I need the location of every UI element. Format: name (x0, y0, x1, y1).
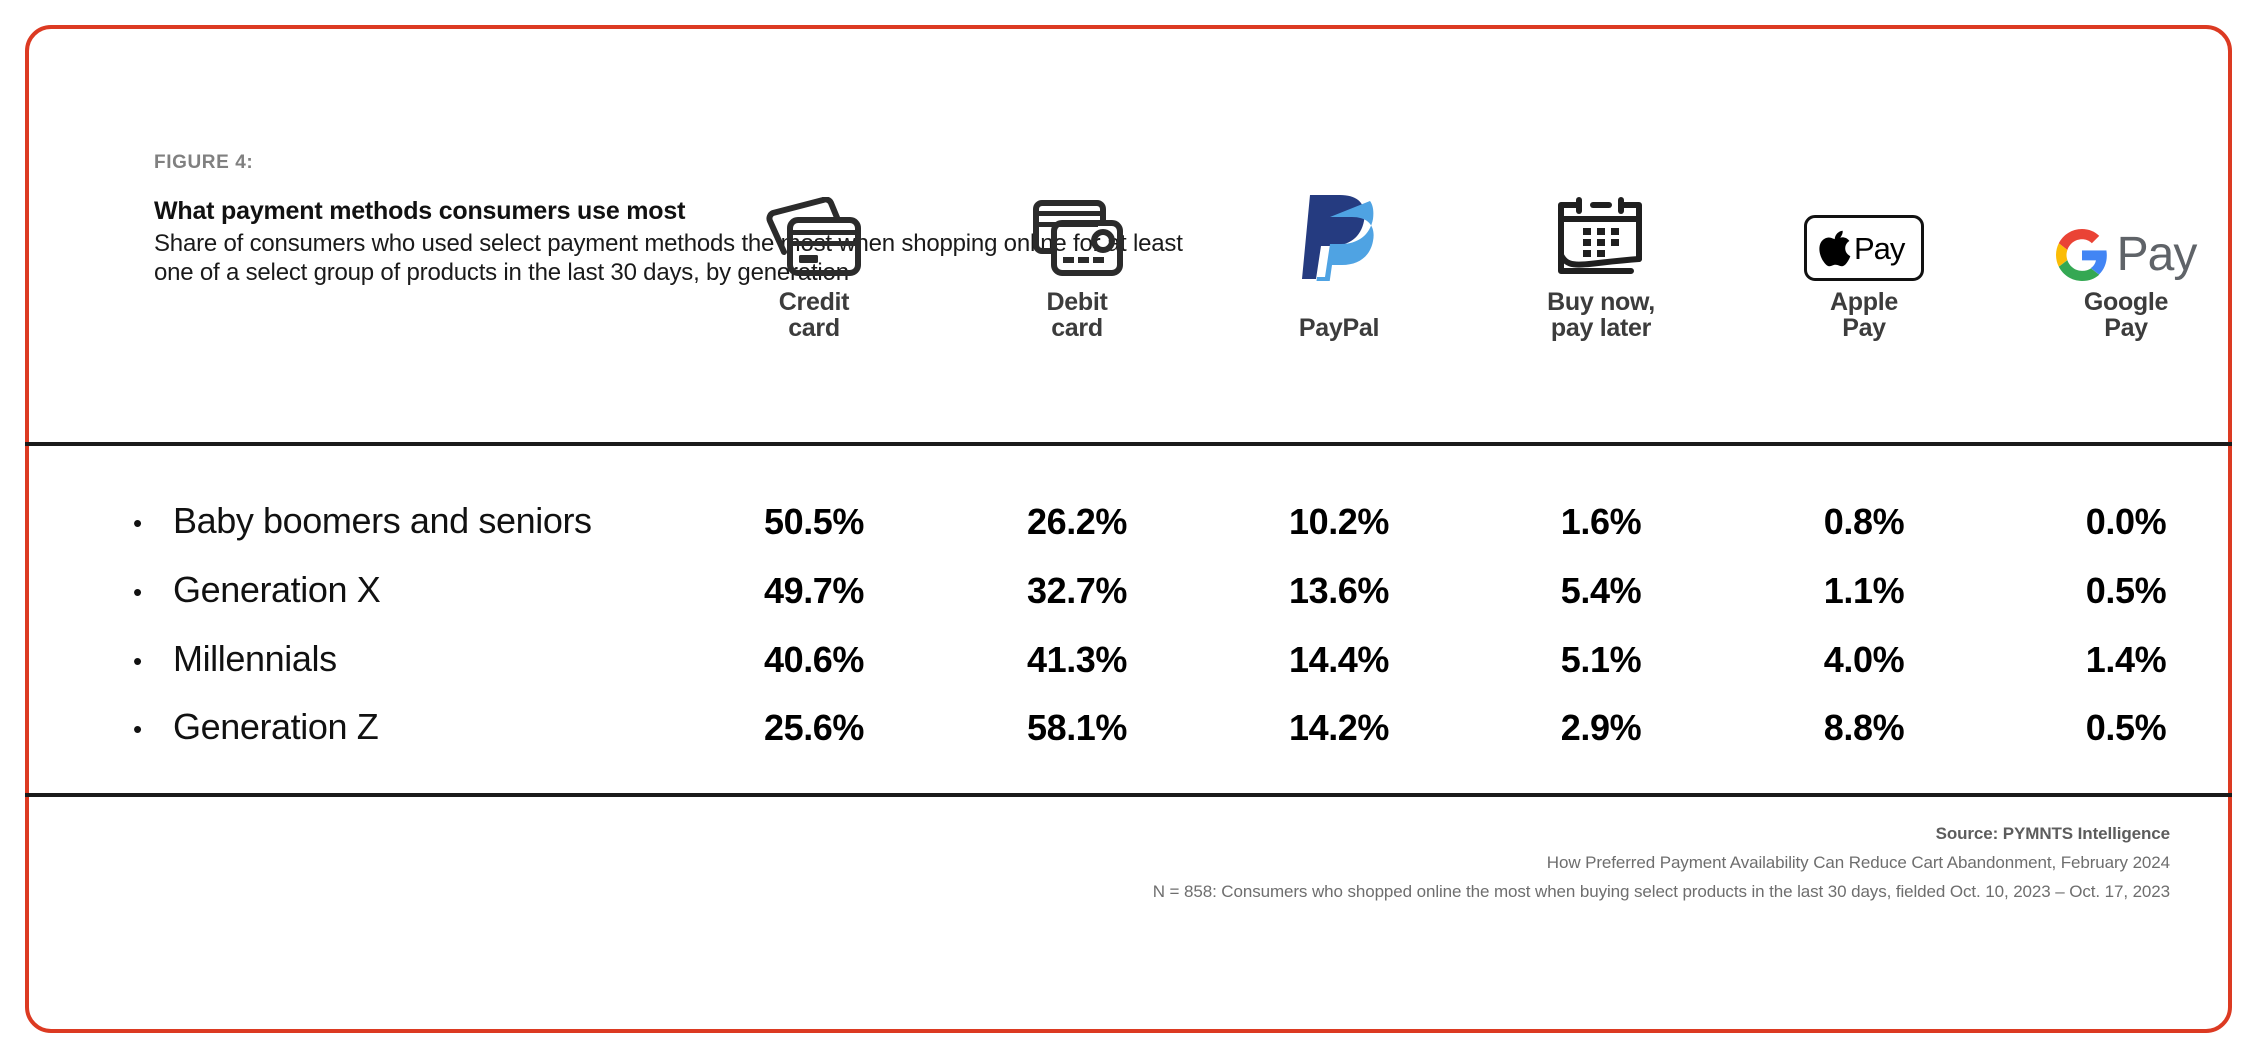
column-label-line1: Debit (1046, 288, 1108, 316)
table-cell: 0.5% (2085, 570, 2167, 611)
table-cell: 13.6% (1288, 570, 1390, 611)
table-cell: 5.4% (1560, 570, 1642, 611)
table-cell: 41.3% (1026, 639, 1128, 680)
figure-title: What payment methods consumers use most (154, 197, 686, 225)
calendar-icon (1491, 189, 1711, 281)
column-header-label: Google Pay (2016, 289, 2236, 341)
row-label: Baby boomers and seniors (173, 500, 592, 541)
column-header-credit-card: Credit card (704, 189, 924, 341)
column-label-line2: Pay (2104, 314, 2148, 342)
row-bullet: • (133, 508, 143, 538)
table-cell: 1.1% (1823, 570, 1905, 611)
table-cell: 2.9% (1560, 707, 1642, 748)
svg-text:Pay: Pay (1854, 231, 1906, 266)
header-divider-rule (25, 442, 2232, 446)
table-cell: 1.4% (2085, 639, 2167, 680)
google-pay-lockup: Pay (2055, 228, 2198, 281)
table-cell: 0.5% (2085, 707, 2167, 748)
row-label: Generation X (173, 569, 381, 610)
row-bullet: • (133, 714, 143, 744)
table-cell: 0.8% (1823, 501, 1905, 542)
table-cell: 14.4% (1288, 639, 1390, 680)
column-label-line1: PayPal (1298, 314, 1380, 342)
table-cell: 50.5% (763, 501, 865, 542)
column-header-debit-card: Debit card (967, 189, 1187, 341)
column-header-label: Debit card (967, 289, 1187, 341)
column-label-line2: card (1051, 314, 1103, 342)
column-header-google-pay: Pay Google Pay (2016, 189, 2236, 341)
google-g-icon (2055, 229, 2107, 281)
table-row: • Generation X 49.7% 32.7% 13.6% 5.4% 1.… (29, 560, 2228, 629)
google-pay-wordmark: Pay (2116, 228, 2198, 281)
table-cell: 40.6% (763, 639, 865, 680)
row-bullet: • (133, 646, 143, 676)
credit-card-icon (704, 189, 924, 281)
figure-card: FIGURE 4: What payment methods consumers… (25, 25, 2232, 1033)
table-row: • Baby boomers and seniors 50.5% 26.2% 1… (29, 491, 2228, 560)
table-cell: 8.8% (1823, 707, 1905, 748)
table-cell: 4.0% (1823, 639, 1905, 680)
google-pay-logo-icon: Pay (2016, 189, 2236, 281)
table-cell: 32.7% (1026, 570, 1128, 611)
column-header-apple-pay: Pay Apple Pay (1754, 189, 1974, 341)
column-label-line2: card (788, 314, 840, 342)
row-label: Generation Z (173, 706, 379, 747)
column-header-label: PayPal (1229, 289, 1449, 341)
column-label-line1: Apple (1830, 288, 1898, 316)
table-cell: 5.1% (1560, 639, 1642, 680)
figure-number-label: FIGURE 4: (154, 152, 254, 173)
debit-card-icon (967, 189, 1187, 281)
report-citation: How Preferred Payment Availability Can R… (1546, 853, 2170, 872)
table-row: • Millennials 40.6% 41.3% 14.4% 5.1% 4.0… (29, 629, 2228, 698)
column-header-label: Credit card (704, 289, 924, 341)
column-header-buy-now-pay-later: Buy now, pay later (1491, 189, 1711, 341)
table-cell: 0.0% (2085, 501, 2167, 542)
paypal-logo-icon (1229, 189, 1449, 281)
apple-pay-logo-icon: Pay (1754, 189, 1974, 281)
sample-size-note: N = 858: Consumers who shopped online th… (1152, 882, 2170, 901)
table-row: • Generation Z 25.6% 58.1% 14.2% 2.9% 8.… (29, 697, 2228, 766)
apple-pay-badge: Pay (1804, 215, 1924, 281)
table-cell: 1.6% (1560, 501, 1642, 542)
table-cell: 58.1% (1026, 707, 1128, 748)
column-label-line2: pay later (1550, 314, 1652, 342)
row-label: Millennials (173, 638, 337, 679)
column-label-line1: Buy now, (1547, 288, 1655, 316)
column-header-label: Buy now, pay later (1491, 289, 1711, 341)
column-label-line1: Credit (778, 288, 850, 316)
footer-divider-rule (25, 793, 2232, 797)
table-cell: 25.6% (763, 707, 865, 748)
column-header-label: Apple Pay (1754, 289, 1974, 341)
column-label-line1: Google (2083, 288, 2169, 316)
column-header-paypal: PayPal (1229, 189, 1449, 341)
table-cell: 49.7% (763, 570, 865, 611)
source-attribution: Source: PYMNTS Intelligence (1935, 824, 2171, 843)
table-cell: 10.2% (1288, 501, 1390, 542)
table-cell: 26.2% (1026, 501, 1128, 542)
column-label-line2: Pay (1842, 314, 1886, 342)
table-cell: 14.2% (1288, 707, 1390, 748)
row-bullet: • (133, 577, 143, 607)
